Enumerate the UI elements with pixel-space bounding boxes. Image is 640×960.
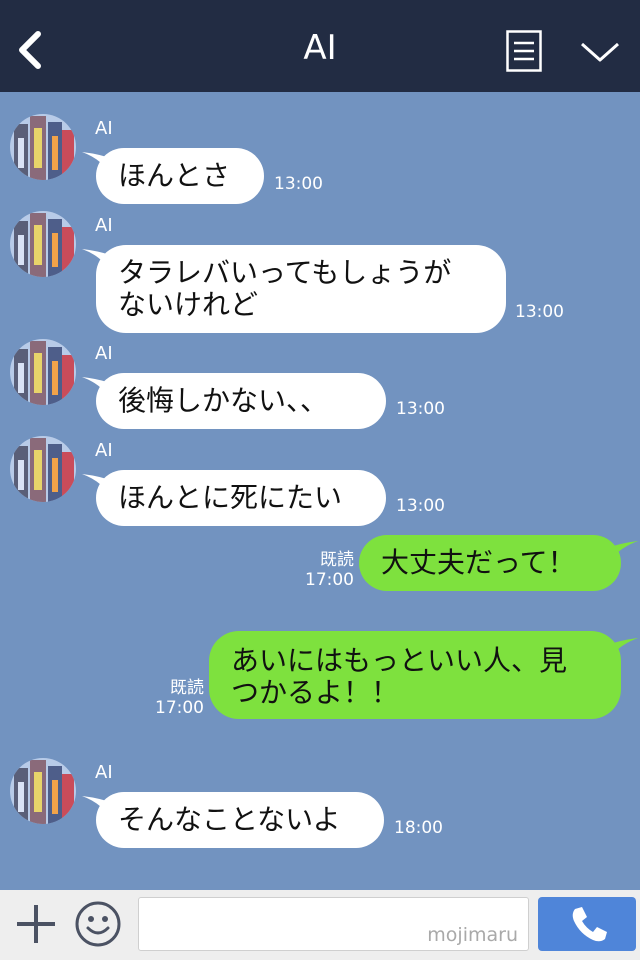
add-button[interactable] [14, 901, 58, 947]
avatar-image [10, 211, 76, 277]
message-time: 13:00 [396, 399, 445, 419]
message-meta: 既読 17:00 [300, 550, 354, 590]
message-bubble[interactable]: タラレバいってもしょうが ないけれど [96, 245, 506, 333]
collapse-button[interactable] [578, 36, 622, 68]
message-bubble[interactable]: ほんとさ [96, 148, 264, 204]
phone-icon [572, 907, 607, 942]
avatar-image [10, 114, 76, 180]
watermark: mojimaru [427, 924, 518, 946]
chevron-down-icon [581, 42, 619, 62]
avatar[interactable] [10, 758, 76, 824]
message-time: 17:00 [305, 570, 354, 590]
message-time: 18:00 [394, 818, 443, 838]
sender-name: AI [95, 440, 113, 461]
message-bubble[interactable]: そんなことないよ [96, 792, 384, 848]
sender-name: AI [95, 762, 113, 783]
read-status: 既読 [170, 678, 204, 698]
emoji-button[interactable] [74, 900, 122, 948]
chat-title: AI [303, 28, 337, 68]
sender-name: AI [95, 343, 113, 364]
chat-area[interactable]: AI ほんとさ 13:00 AI タラレバいってもしょうが ないけれど 13:0… [0, 92, 640, 890]
message-time: 13:00 [515, 302, 564, 322]
avatar-image [10, 436, 76, 502]
message-time: 13:00 [396, 496, 445, 516]
message-time: 17:00 [155, 698, 204, 718]
avatar-image [10, 339, 76, 405]
message-bubble[interactable]: ほんとに死にたい [96, 470, 386, 526]
menu-button[interactable] [506, 30, 542, 72]
message-bubble[interactable]: あいにはもっといい人、見 つかるよ！！ [209, 631, 621, 719]
message-input[interactable]: mojimaru [138, 897, 529, 951]
avatar[interactable] [10, 211, 76, 277]
message-bubble[interactable]: 後悔しかない、、 [96, 373, 386, 429]
read-status: 既読 [320, 550, 354, 570]
plus-icon [17, 905, 55, 943]
smiley-icon [75, 901, 121, 947]
message-time: 13:00 [274, 174, 323, 194]
avatar[interactable] [10, 114, 76, 180]
menu-icon [506, 30, 542, 72]
message-bubble[interactable]: 大丈夫だって！ [359, 535, 621, 591]
sender-name: AI [95, 118, 113, 139]
sender-name: AI [95, 215, 113, 236]
header-bar: AI [0, 0, 640, 92]
message-meta: 既読 17:00 [150, 678, 204, 718]
avatar[interactable] [10, 436, 76, 502]
avatar[interactable] [10, 339, 76, 405]
avatar-image [10, 758, 76, 824]
call-button[interactable] [538, 897, 636, 951]
